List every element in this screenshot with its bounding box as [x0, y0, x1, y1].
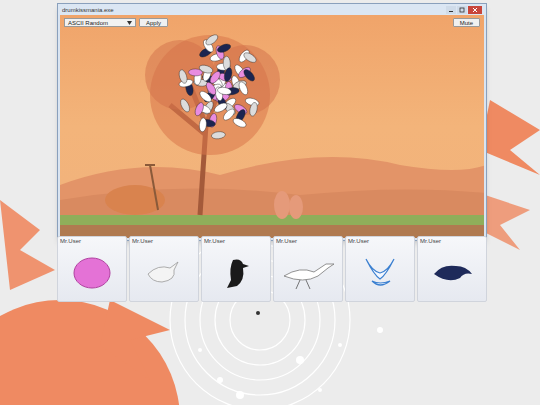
player-label: Mr.User — [346, 237, 414, 244]
raven-icon — [430, 260, 474, 286]
mode-dropdown[interactable]: ASCII Random — [64, 18, 136, 27]
player-label: Mr.User — [130, 237, 198, 244]
toolbar: ASCII Random Apply Mute — [60, 15, 484, 27]
crow-icon — [221, 256, 251, 290]
desktop: drumkissmania.exe ASCII Random Apply Mute Mr… — [0, 0, 540, 405]
player-label: Mr.User — [418, 237, 486, 244]
player-label: Mr.User — [58, 237, 126, 244]
mute-button[interactable]: Mute — [453, 18, 480, 27]
maximize-icon[interactable] — [457, 6, 467, 14]
bird-icon — [144, 258, 184, 288]
minimize-icon[interactable] — [446, 6, 456, 14]
player-card[interactable]: Mr.User — [345, 236, 415, 302]
window-title: drumkissmania.exe — [62, 7, 114, 13]
dove-icon — [360, 255, 400, 291]
player-card[interactable]: Mr.User — [417, 236, 487, 302]
heron-icon — [280, 256, 336, 290]
player-label: Mr.User — [274, 237, 342, 244]
player-card[interactable]: Mr.User — [273, 236, 343, 302]
player-card[interactable]: Mr.User — [57, 236, 127, 302]
player-label: Mr.User — [202, 237, 270, 244]
dropdown-value: ASCII Random — [68, 20, 124, 26]
close-icon[interactable] — [468, 6, 482, 14]
game-scene[interactable]: ASCII Random Apply Mute — [60, 15, 484, 238]
player-strip: Mr.User Mr.User Mr.User Mr.User Mr.User Mr.Us… — [57, 236, 487, 302]
scene-art — [60, 15, 484, 238]
app-window[interactable]: drumkissmania.exe ASCII Random Apply Mute — [57, 3, 487, 241]
player-card[interactable]: Mr.User — [129, 236, 199, 302]
blob-icon — [72, 256, 112, 290]
apply-button[interactable]: Apply — [139, 18, 168, 27]
player-card[interactable]: Mr.User — [201, 236, 271, 302]
chevron-down-icon — [127, 21, 132, 25]
title-bar[interactable]: drumkissmania.exe — [58, 4, 486, 15]
